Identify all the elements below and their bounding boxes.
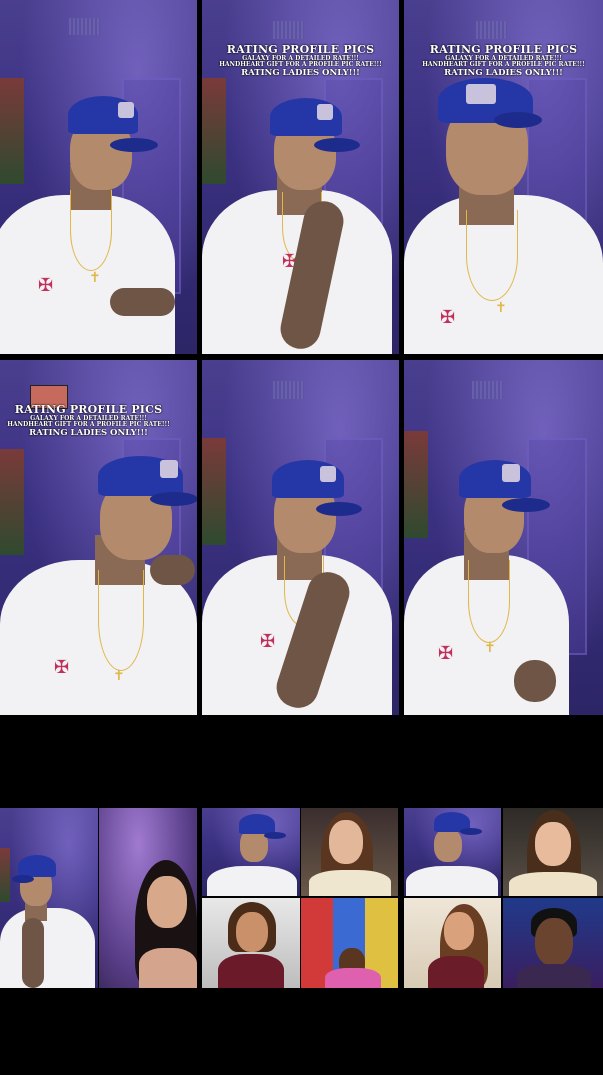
- guest-body: [139, 948, 197, 988]
- shirt-print-icon: ✠: [260, 631, 276, 651]
- video-frame-4: ✝ ✠ RATING PROFILE PICS GALAXY FOR A DET…: [0, 360, 197, 715]
- rating-overlay: RATING PROFILE PICS GALAXY FOR A DETAILE…: [202, 44, 399, 78]
- streamer: ✝ ✠: [0, 0, 197, 354]
- shirt-print-icon: ✠: [54, 657, 70, 677]
- arm: [514, 660, 556, 702]
- cap-brim: [502, 498, 550, 512]
- overlay-line-3: RATING LADIES ONLY!!!: [241, 68, 360, 79]
- video-frame-5: ✠: [202, 360, 399, 715]
- overlay-title: RATING PROFILE PICS: [14, 403, 163, 416]
- video-frame-2: ✠ RATING PROFILE PICS GALAXY FOR A DETAI…: [202, 0, 399, 354]
- cap-logo: [320, 466, 336, 482]
- overlay-title: RATING PROFILE PICS: [429, 43, 578, 56]
- rating-overlay: RATING PROFILE PICS GALAXY FOR A DETAILE…: [0, 404, 187, 438]
- guest-tile-7: [503, 898, 603, 988]
- cross-pendant-icon: ✝: [113, 667, 125, 683]
- guest-face: [535, 822, 571, 866]
- multi-guest-frame-3-host: [404, 808, 501, 896]
- rating-overlay: RATING PROFILE PICS GALAXY FOR A DETAILE…: [404, 44, 603, 78]
- guest-tile-1: [99, 808, 197, 988]
- multi-guest-frame-2-host: [202, 808, 300, 896]
- streamer: ✠: [202, 360, 399, 715]
- guest-tile-3: [202, 898, 300, 988]
- cap-brim: [264, 832, 286, 839]
- cap-logo: [118, 102, 134, 118]
- cross-pendant-icon: ✝: [89, 269, 101, 285]
- cap: [459, 460, 531, 498]
- cap-logo: [160, 460, 178, 478]
- head: [434, 828, 462, 862]
- overlay-title: RATING PROFILE PICS: [226, 43, 375, 56]
- video-frame-1: ✝ ✠: [0, 0, 197, 354]
- shirt: [0, 908, 95, 988]
- guest-tile-6: [404, 898, 501, 988]
- shirt-print-icon: ✠: [440, 307, 456, 327]
- video-frame-3: ✝ ✠ RATING PROFILE PICS GALAXY FOR A DET…: [404, 0, 603, 354]
- guest-face: [329, 820, 363, 864]
- shirt-print-icon: ✠: [38, 275, 54, 295]
- streamer: [404, 808, 501, 896]
- guest-tile-4: [301, 898, 398, 988]
- guest-body: [309, 870, 391, 896]
- cap: [18, 855, 56, 877]
- video-frame-6: ✝ ✠: [404, 360, 603, 715]
- cap-brim: [316, 502, 362, 516]
- guest-face: [535, 918, 573, 966]
- arm: [110, 288, 175, 316]
- arm: [150, 555, 195, 585]
- cap-brim: [460, 828, 482, 835]
- guest-face: [444, 912, 474, 950]
- guest-body: [428, 956, 484, 988]
- gold-chain: [466, 210, 518, 301]
- overlay-line-3: RATING LADIES ONLY!!!: [444, 68, 563, 79]
- overlay-line-3: RATING LADIES ONLY!!!: [29, 428, 148, 439]
- cap-brim: [314, 138, 360, 152]
- cap-logo: [317, 104, 333, 120]
- streamer: [202, 808, 300, 896]
- cross-pendant-icon: ✝: [495, 299, 507, 315]
- guest-body: [218, 954, 284, 988]
- cap-brim: [110, 138, 158, 152]
- guest-tile-2: [301, 808, 398, 896]
- guest-body: [517, 964, 591, 988]
- gold-chain: [98, 570, 144, 671]
- cap-brim: [150, 492, 197, 506]
- shirt: [207, 866, 297, 896]
- cap-brim: [494, 112, 542, 128]
- guest-face: [236, 912, 268, 952]
- arm: [22, 918, 44, 988]
- cross-pendant-icon: ✝: [484, 639, 496, 655]
- guest-body: [509, 872, 597, 896]
- streamer: ✝ ✠: [404, 360, 603, 715]
- cap: [239, 814, 275, 834]
- gold-chain: [70, 190, 112, 271]
- guest-face: [147, 876, 187, 928]
- guest-body: [325, 968, 381, 988]
- streamer: [0, 808, 98, 988]
- cap-brim: [12, 875, 34, 883]
- shirt-print-icon: ✠: [438, 643, 454, 663]
- gold-chain: [468, 560, 510, 643]
- multi-guest-frame-1-host: [0, 808, 98, 988]
- shirt: [406, 866, 498, 896]
- guest-tile-5: [503, 808, 603, 896]
- cap-logo: [466, 84, 496, 104]
- cap-logo: [502, 464, 520, 482]
